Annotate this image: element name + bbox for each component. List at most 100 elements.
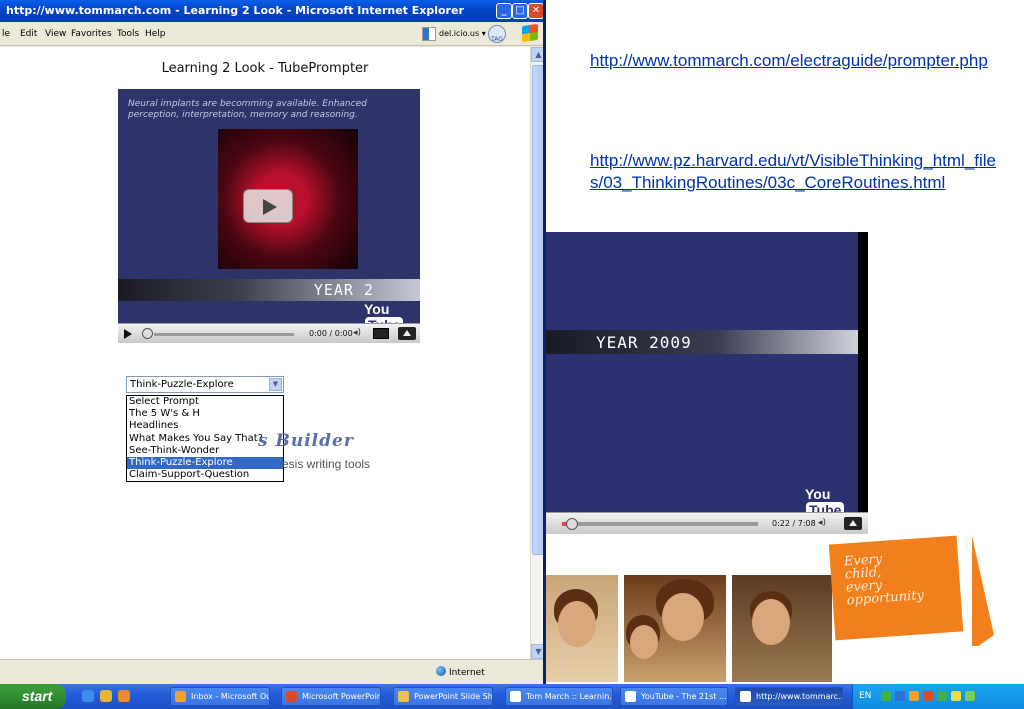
task-inbox[interactable]: Inbox - Microsoft Ou...	[170, 687, 270, 706]
start-label: start	[22, 688, 53, 704]
prompt-option[interactable]: Select Prompt	[127, 396, 283, 408]
page-content: Learning 2 Look - TubePrompter Neural im…	[0, 47, 530, 659]
task-slideshow[interactable]: PowerPoint Slide Sho...	[393, 687, 493, 706]
task-label: http://www.tommarc...	[756, 692, 843, 701]
delicious-icon	[422, 27, 436, 41]
video-year-label: YEAR 2009	[596, 333, 692, 352]
outlook-icon	[175, 691, 186, 702]
menu-edit[interactable]: Edit	[20, 29, 37, 39]
browser-window: http://www.tommarch.com - Learning 2 Loo…	[0, 0, 546, 684]
photo-face	[558, 601, 596, 647]
youtube-logo-you: You	[805, 486, 831, 502]
window-title: http://www.tommarch.com - Learning 2 Loo…	[6, 4, 464, 17]
delicious-label: del.icio.us	[439, 29, 480, 38]
taskbar: start Inbox - Microsoft Ou... Microsoft …	[0, 684, 1024, 709]
system-tray: EN	[852, 684, 1024, 709]
delicious-button[interactable]: del.icio.us ▾	[422, 27, 486, 41]
thesis-builder-logo[interactable]: s Builder	[258, 431, 354, 451]
slideshow-icon	[398, 691, 409, 702]
prompt-select-value: Think-Puzzle-Explore	[130, 379, 234, 390]
powerpoint-icon	[286, 691, 297, 702]
embedded-video-player[interactable]: Neural implants are becomming available.…	[118, 89, 420, 343]
task-label: Tom March :: Learnin...	[526, 692, 613, 701]
video-year-label: YEAR 2	[313, 281, 374, 299]
tray-app-icon[interactable]	[909, 691, 919, 701]
tray-app-icon[interactable]	[965, 691, 975, 701]
maximize-button[interactable]: □	[512, 3, 528, 19]
visible-thinking-link[interactable]: http://www.pz.harvard.edu/vt/VisibleThin…	[590, 150, 1000, 194]
scroll-down-icon[interactable]: ▼	[531, 644, 543, 659]
video-year-strip: YEAR 2	[118, 279, 420, 301]
video-time: 0:22 / 7:08	[772, 519, 816, 528]
prompt-option[interactable]: The 5 W's & H	[127, 408, 283, 420]
task-tommarch-active[interactable]: http://www.tommarc...	[735, 687, 843, 706]
fullscreen-icon[interactable]	[398, 327, 416, 340]
windows-logo-icon	[522, 23, 538, 43]
task-label: Inbox - Microsoft Ou...	[191, 692, 269, 701]
prompt-option[interactable]: Claim-Support-Question	[127, 469, 283, 481]
tray-app-icon[interactable]	[951, 691, 961, 701]
firefox-quicklaunch-icon[interactable]	[100, 690, 112, 702]
fullscreen-icon[interactable]	[844, 517, 862, 530]
minimize-button[interactable]: _	[496, 3, 512, 19]
tray-app-icon[interactable]	[895, 691, 905, 701]
play-overlay-button[interactable]	[243, 189, 293, 223]
video-time: 0:00 / 0:00	[309, 329, 353, 338]
scroll-thumb[interactable]	[532, 65, 543, 555]
close-button[interactable]: ✕	[528, 3, 543, 19]
seek-track[interactable]	[154, 333, 294, 336]
photo-face	[752, 599, 790, 645]
task-label: PowerPoint Slide Sho...	[414, 692, 493, 701]
media-quicklaunch-icon[interactable]	[118, 690, 130, 702]
menu-bar: le Edit View Favorites Tools Help del.ic…	[0, 22, 543, 46]
status-bar: Internet	[0, 659, 543, 684]
globe-icon	[436, 666, 446, 676]
scroll-up-icon[interactable]: ▲	[531, 47, 543, 62]
promo-badge: Every child, every opportunity	[828, 535, 964, 641]
photo-face	[662, 593, 704, 641]
ie-page-icon	[740, 691, 751, 702]
menu-favorites[interactable]: Favorites	[71, 29, 112, 39]
ie-page-icon	[625, 691, 636, 702]
prompt-option-selected[interactable]: Think-Puzzle-Explore	[127, 456, 283, 470]
mini-player-icon[interactable]	[373, 328, 389, 339]
youtube-logo-you: You	[364, 301, 390, 317]
play-icon[interactable]	[124, 329, 132, 339]
chevron-down-icon[interactable]: ▼	[269, 378, 282, 391]
video-controls: 0:00 / 0:00 ◂)	[118, 323, 420, 343]
volume-icon[interactable]: ◂)	[353, 328, 361, 338]
task-powerpoint[interactable]: Microsoft PowerPoint...	[281, 687, 381, 706]
vertical-scrollbar[interactable]: ▲ ▼	[530, 47, 543, 659]
video-edge	[858, 232, 868, 534]
menu-help[interactable]: Help	[145, 29, 166, 39]
tray-app-icon[interactable]	[881, 691, 891, 701]
thesis-builder-tagline: esis writing tools	[282, 457, 371, 471]
menu-view[interactable]: View	[45, 29, 66, 39]
task-tom-march[interactable]: Tom March :: Learnin...	[505, 687, 613, 706]
task-label: YouTube - The 21st ...	[641, 692, 727, 701]
prompt-select[interactable]: Think-Puzzle-Explore ▼	[126, 376, 284, 393]
page-title: Learning 2 Look - TubePrompter	[161, 61, 369, 76]
large-video-player[interactable]: YEAR 2009 YouTube	[546, 232, 868, 534]
task-youtube[interactable]: YouTube - The 21st ...	[620, 687, 728, 706]
prompter-link[interactable]: http://www.tommarch.com/electraguide/pro…	[590, 50, 1000, 72]
tray-app-icon[interactable]	[923, 691, 933, 701]
menu-file[interactable]: le	[2, 29, 10, 39]
volume-icon[interactable]: ◂)	[818, 518, 826, 528]
promo-decoration	[972, 536, 994, 646]
task-label: Microsoft PowerPoint...	[302, 692, 381, 701]
menu-tools[interactable]: Tools	[117, 29, 139, 39]
start-button[interactable]: start	[0, 684, 66, 709]
language-indicator[interactable]: EN	[859, 691, 871, 701]
video-overlay-text: Neural implants are becomming available.…	[128, 99, 367, 120]
seek-knob[interactable]	[566, 518, 578, 530]
window-titlebar[interactable]: http://www.tommarch.com - Learning 2 Loo…	[0, 0, 543, 22]
seek-knob[interactable]	[142, 328, 153, 339]
tray-app-icon[interactable]	[937, 691, 947, 701]
seek-track[interactable]	[562, 522, 758, 526]
photo-child-2	[624, 575, 726, 682]
tag-icon[interactable]: TAG	[488, 25, 506, 43]
ie-quicklaunch-icon[interactable]	[82, 690, 94, 702]
large-video-controls: 0:22 / 7:08 ◂)	[546, 512, 868, 534]
tag-label: TAG	[491, 36, 503, 43]
